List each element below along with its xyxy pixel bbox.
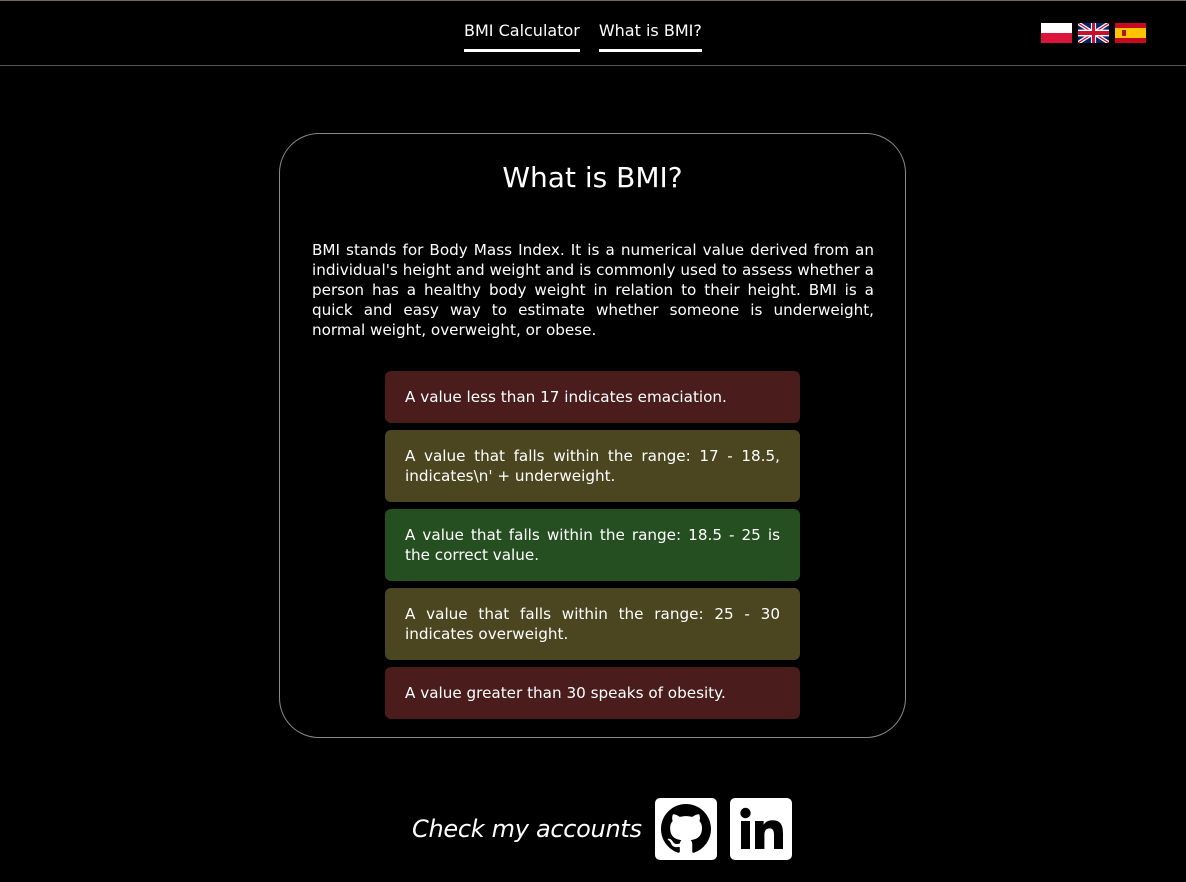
spain-flag-icon[interactable]	[1115, 23, 1146, 43]
linkedin-link[interactable]	[729, 798, 792, 860]
github-link[interactable]	[654, 798, 717, 860]
github-icon	[660, 804, 711, 853]
top-navigation-bar: BMI Calculator What is BMI?	[0, 0, 1186, 66]
range-item-text: A value that falls within the range: 17 …	[405, 447, 780, 485]
range-item-underweight: A value that falls within the range: 17 …	[385, 430, 800, 502]
poland-flag-icon[interactable]	[1041, 23, 1072, 43]
range-item-text: A value that falls within the range: 25 …	[405, 605, 780, 643]
range-item-obesity: A value greater than 30 speaks of obesit…	[385, 667, 800, 719]
range-item-text: A value less than 17 indicates emaciatio…	[405, 388, 727, 406]
bmi-description: BMI stands for Body Mass Index. It is a …	[312, 241, 874, 339]
main-nav: BMI Calculator What is BMI?	[464, 21, 702, 52]
language-switcher	[1041, 23, 1146, 43]
range-item-text: A value greater than 30 speaks of obesit…	[405, 684, 726, 702]
linkedin-icon	[739, 807, 783, 849]
range-item-normal: A value that falls within the range: 18.…	[385, 509, 800, 581]
bmi-ranges-list: A value less than 17 indicates emaciatio…	[385, 371, 800, 726]
footer: Check my accounts	[412, 798, 792, 860]
bmi-info-card: What is BMI? BMI stands for Body Mass In…	[279, 133, 906, 738]
footer-label: Check my accounts	[412, 815, 642, 843]
range-item-text: A value that falls within the range: 18.…	[405, 526, 780, 564]
uk-flag-icon[interactable]	[1078, 23, 1109, 43]
nav-link-bmi-calculator[interactable]: BMI Calculator	[464, 21, 580, 52]
range-item-emaciation: A value less than 17 indicates emaciatio…	[385, 371, 800, 423]
page-title: What is BMI?	[502, 161, 683, 194]
nav-link-what-is-bmi[interactable]: What is BMI?	[598, 21, 702, 52]
range-item-overweight: A value that falls within the range: 25 …	[385, 588, 800, 660]
